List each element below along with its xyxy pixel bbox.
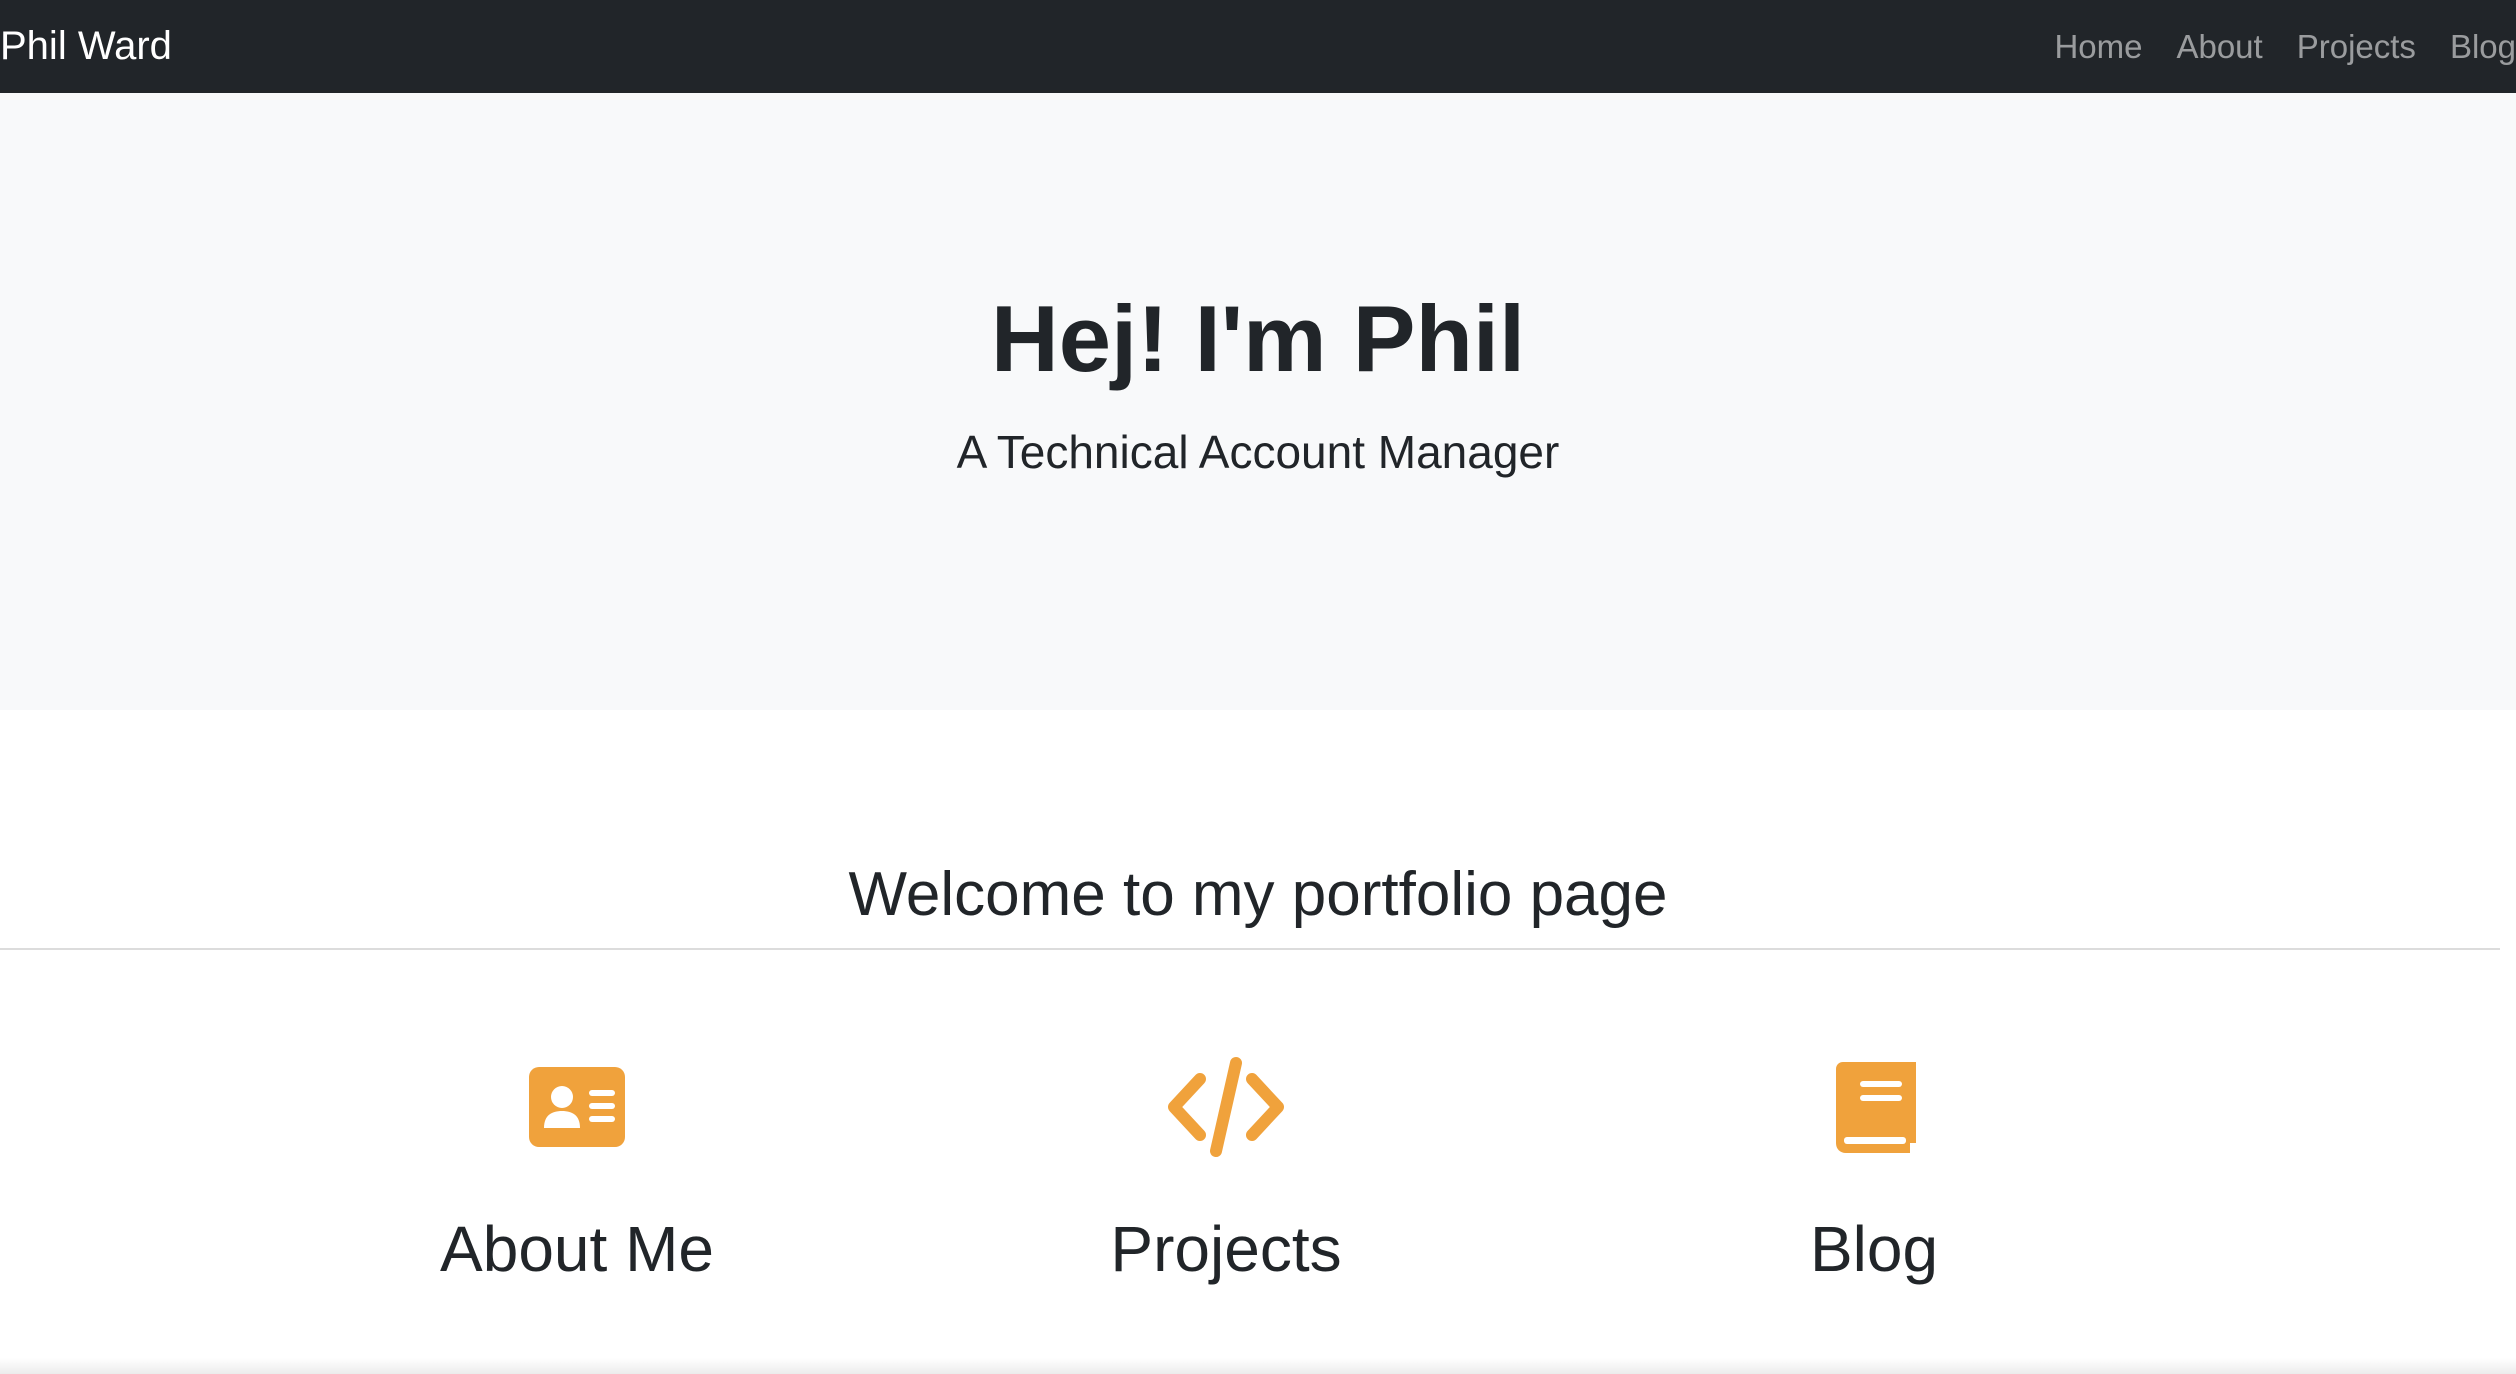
nav-links: Home About Projects Blog <box>2054 0 2516 93</box>
feature-blog: Blog <box>1574 1055 2174 1289</box>
hero-title: Hej! I'm Phil <box>990 286 1526 391</box>
hero-section: Hej! I'm Phil A Technical Account Manage… <box>0 93 2516 710</box>
feature-projects: Projects <box>926 1055 1526 1289</box>
code-icon[interactable] <box>1162 1055 1290 1159</box>
hero-subtitle: A Technical Account Manager <box>956 426 1560 478</box>
brand-link[interactable]: Phil Ward <box>0 10 172 82</box>
welcome-heading: Welcome to my portfolio page <box>848 860 1668 929</box>
projects-link[interactable]: Projects <box>1110 1209 1341 1289</box>
nav-link-projects[interactable]: Projects <box>2297 28 2416 66</box>
id-card-icon[interactable] <box>513 1055 641 1159</box>
nav-link-home[interactable]: Home <box>2054 28 2142 66</box>
nav-link-blog[interactable]: Blog <box>2450 28 2516 66</box>
section-divider <box>0 948 2500 950</box>
bottom-shadow <box>0 1358 2516 1374</box>
nav-link-about[interactable]: About <box>2176 28 2262 66</box>
top-navbar: Phil Ward Home About Projects Blog <box>0 0 2516 93</box>
blog-link[interactable]: Blog <box>1810 1209 1938 1289</box>
feature-about-me: About Me <box>277 1055 877 1289</box>
about-me-link[interactable]: About Me <box>440 1209 714 1289</box>
book-icon[interactable] <box>1810 1055 1938 1159</box>
